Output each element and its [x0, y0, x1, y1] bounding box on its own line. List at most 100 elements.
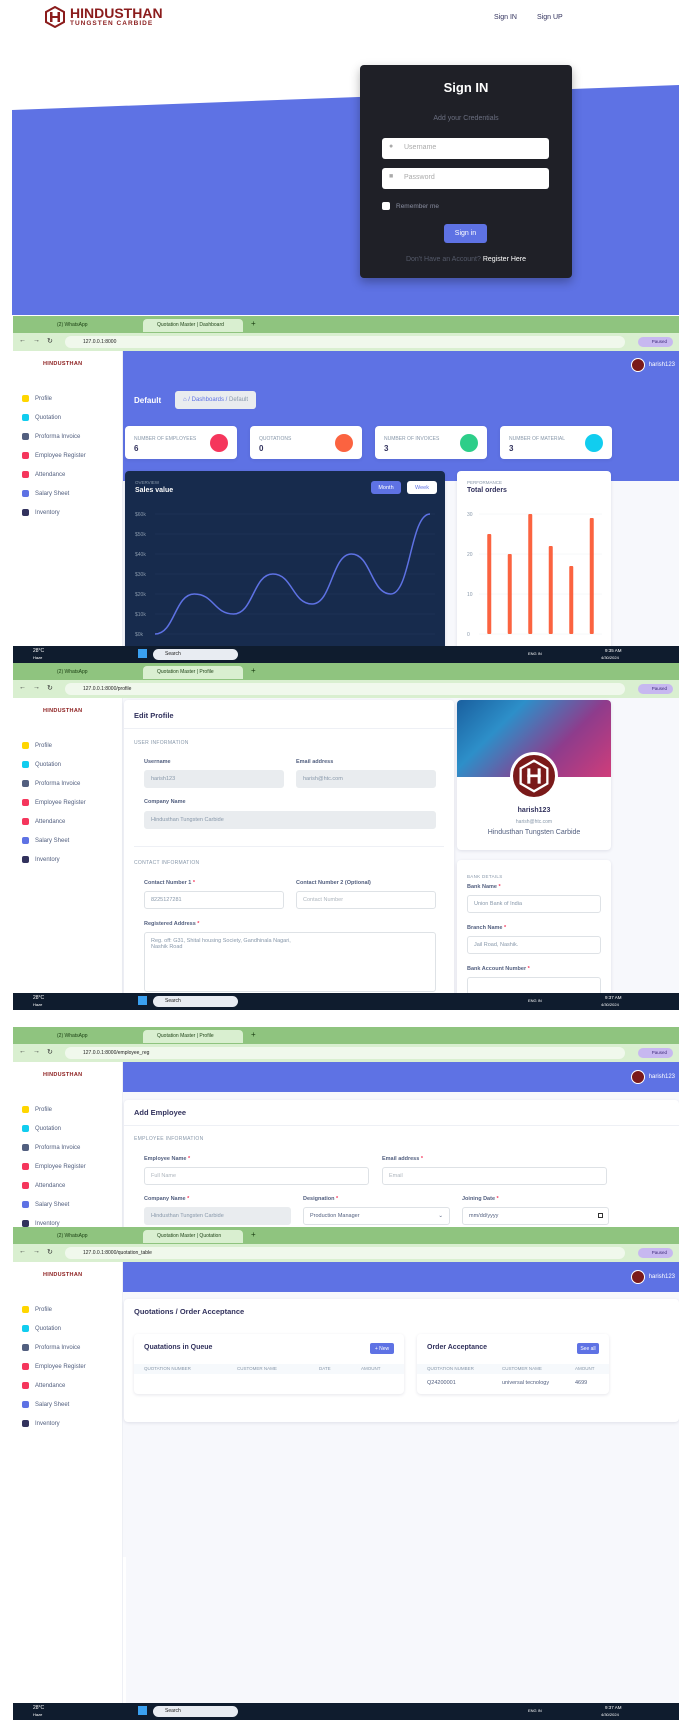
new-tab-button[interactable]: + — [251, 1230, 256, 1239]
sidebar-item-proforma[interactable]: Proforma Invoice — [22, 1344, 80, 1351]
tab-profile[interactable]: Quotation Master | Profile — [143, 1030, 243, 1043]
clock[interactable]: 9:37 AM — [605, 995, 622, 1000]
sidebar-item-inventory[interactable]: Inventory — [22, 1220, 60, 1227]
nav-signup-link[interactable]: Sign UP — [537, 14, 563, 21]
email-field[interactable]: harish@htc.com — [296, 770, 436, 788]
sidebar-item-salary[interactable]: Salary Sheet — [22, 837, 69, 844]
tab-whatsapp[interactable]: (2) WhatsApp — [43, 666, 138, 679]
company-field[interactable]: Hindusthan Tungsten Carbide — [144, 811, 436, 829]
branch-field[interactable]: Jail Road, Nashik. — [467, 936, 601, 954]
url-input[interactable]: 127.0.0.1:8000/employee_reg — [65, 1047, 625, 1059]
sidebar-item-proforma[interactable]: Proforma Invoice — [22, 780, 80, 787]
profile-chip[interactable]: Paused — [637, 337, 673, 347]
taskbar-search[interactable]: Search — [153, 649, 238, 660]
user-menu[interactable]: harish123 — [630, 358, 675, 372]
username-input[interactable]: ● Username — [382, 138, 549, 159]
sidebar-item-salary[interactable]: Salary Sheet — [22, 490, 69, 497]
register-link[interactable]: Register Here — [483, 256, 526, 263]
reload-icon[interactable]: ↻ — [47, 337, 53, 345]
date[interactable]: 4/30/2024 — [601, 655, 619, 660]
lang-indicator[interactable]: ENG IN — [528, 1708, 542, 1713]
signin-submit-button[interactable]: Sign in — [444, 224, 487, 243]
profile-chip[interactable]: Paused — [637, 684, 673, 694]
sidebar-item-inventory[interactable]: Inventory — [22, 509, 60, 516]
username-field[interactable]: harish123 — [144, 770, 284, 788]
forward-icon[interactable]: → — [33, 684, 40, 691]
remember-checkbox[interactable] — [382, 202, 390, 210]
sidebar-item-salary[interactable]: Salary Sheet — [22, 1201, 69, 1208]
designation-select[interactable]: Production Manager ⌄ — [303, 1207, 450, 1225]
tab-whatsapp[interactable]: (2) WhatsApp — [43, 319, 138, 332]
month-button[interactable]: Month — [371, 481, 401, 494]
sidebar-logo[interactable]: HINDUSTHAN — [43, 1072, 82, 1078]
clock[interactable]: 9:35 AM — [605, 648, 622, 653]
forward-icon[interactable]: → — [33, 1248, 40, 1255]
password-input[interactable]: ■ Password — [382, 168, 549, 189]
nav-signin-link[interactable]: Sign IN — [494, 14, 517, 21]
sidebar-item-quotation[interactable]: Quotation — [22, 761, 61, 768]
address-textarea[interactable]: Reg. off: G31, Shital housing Society, G… — [144, 932, 436, 992]
forward-icon[interactable]: → — [33, 337, 40, 344]
sidebar-item-employee[interactable]: Employee Register — [22, 1163, 86, 1170]
sidebar-item-inventory[interactable]: Inventory — [22, 856, 60, 863]
clock[interactable]: 9:37 AM — [605, 1705, 622, 1710]
tab-dashboard[interactable]: Quotation Master | Dashboard — [143, 319, 243, 332]
forward-icon[interactable]: → — [33, 1048, 40, 1055]
sidebar-item-employee[interactable]: Employee Register — [22, 799, 86, 806]
url-input[interactable]: 127.0.0.1:8000 — [65, 336, 625, 348]
reload-icon[interactable]: ↻ — [47, 1048, 53, 1056]
tab-whatsapp[interactable]: (2) WhatsApp — [43, 1230, 138, 1243]
sidebar-item-attendance[interactable]: Attendance — [22, 1182, 65, 1189]
sidebar-item-proforma[interactable]: Proforma Invoice — [22, 433, 80, 440]
sidebar-item-employee[interactable]: Employee Register — [22, 1363, 86, 1370]
employee-company-field[interactable]: Hindusthan Tungsten Carbide — [144, 1207, 291, 1225]
breadcrumb-dashboards[interactable]: Dashboards — [192, 397, 224, 403]
sidebar-item-employee[interactable]: Employee Register — [22, 452, 86, 459]
brand-logo[interactable]: HINDUSTHAN TUNGSTEN CARBIDE — [44, 6, 163, 28]
home-icon[interactable]: ⌂ — [183, 397, 187, 403]
user-menu[interactable]: harish123 — [630, 1270, 675, 1284]
new-tab-button[interactable]: + — [251, 666, 256, 675]
employee-email-field[interactable]: Email — [382, 1167, 607, 1185]
sidebar-item-quotation[interactable]: Quotation — [22, 414, 61, 421]
lang-indicator[interactable]: ENG IN — [528, 998, 542, 1003]
sidebar-item-attendance[interactable]: Attendance — [22, 471, 65, 478]
joining-date-field[interactable]: mm/dd/yyyy — [462, 1207, 609, 1225]
windows-icon[interactable] — [138, 649, 147, 658]
contact2-field[interactable]: Contact Number — [296, 891, 436, 909]
date[interactable]: 4/30/2024 — [601, 1712, 619, 1717]
sidebar-logo[interactable]: HINDUSTHAN — [43, 361, 82, 367]
calendar-icon[interactable] — [598, 1213, 603, 1218]
reload-icon[interactable]: ↻ — [47, 1248, 53, 1256]
week-button[interactable]: Week — [407, 481, 437, 494]
see-all-button[interactable]: See all — [577, 1343, 599, 1354]
sidebar-logo[interactable]: HINDUSTHAN — [43, 708, 82, 714]
date[interactable]: 4/30/2024 — [601, 1002, 619, 1007]
sidebar-item-proforma[interactable]: Proforma Invoice — [22, 1144, 80, 1151]
sidebar-item-inventory[interactable]: Inventory — [22, 1420, 60, 1427]
profile-chip[interactable]: Paused — [637, 1048, 673, 1058]
employee-name-field[interactable]: Full Name — [144, 1167, 369, 1185]
sidebar-item-quotation[interactable]: Quotation — [22, 1125, 61, 1132]
new-tab-button[interactable]: + — [251, 319, 256, 328]
sidebar-item-quotation[interactable]: Quotation — [22, 1325, 61, 1332]
lang-indicator[interactable]: ENG IN — [528, 651, 542, 656]
url-input[interactable]: 127.0.0.1:8000/quotation_table — [65, 1247, 625, 1259]
sidebar-item-attendance[interactable]: Attendance — [22, 818, 65, 825]
profile-avatar[interactable] — [510, 752, 558, 800]
tab-profile[interactable]: Quotation Master | Profile — [143, 666, 243, 679]
table-row[interactable]: Q24200001 universal tecnology 4699 — [417, 1378, 609, 1390]
user-menu[interactable]: harish123 — [630, 1070, 675, 1084]
sidebar-item-profile[interactable]: Profile — [22, 395, 52, 402]
tab-quotation[interactable]: Quotation Master | Quotation — [143, 1230, 243, 1243]
sidebar-item-attendance[interactable]: Attendance — [22, 1382, 65, 1389]
reload-icon[interactable]: ↻ — [47, 684, 53, 692]
new-quotation-button[interactable]: + New — [370, 1343, 394, 1354]
contact1-field[interactable]: 8225127281 — [144, 891, 284, 909]
sidebar-logo[interactable]: HINDUSTHAN — [43, 1272, 82, 1278]
back-icon[interactable]: ← — [19, 684, 26, 691]
sidebar-item-profile[interactable]: Profile — [22, 1306, 52, 1313]
taskbar-search[interactable]: Search — [153, 1706, 238, 1717]
tab-whatsapp[interactable]: (2) WhatsApp — [43, 1030, 138, 1043]
windows-icon[interactable] — [138, 1706, 147, 1715]
